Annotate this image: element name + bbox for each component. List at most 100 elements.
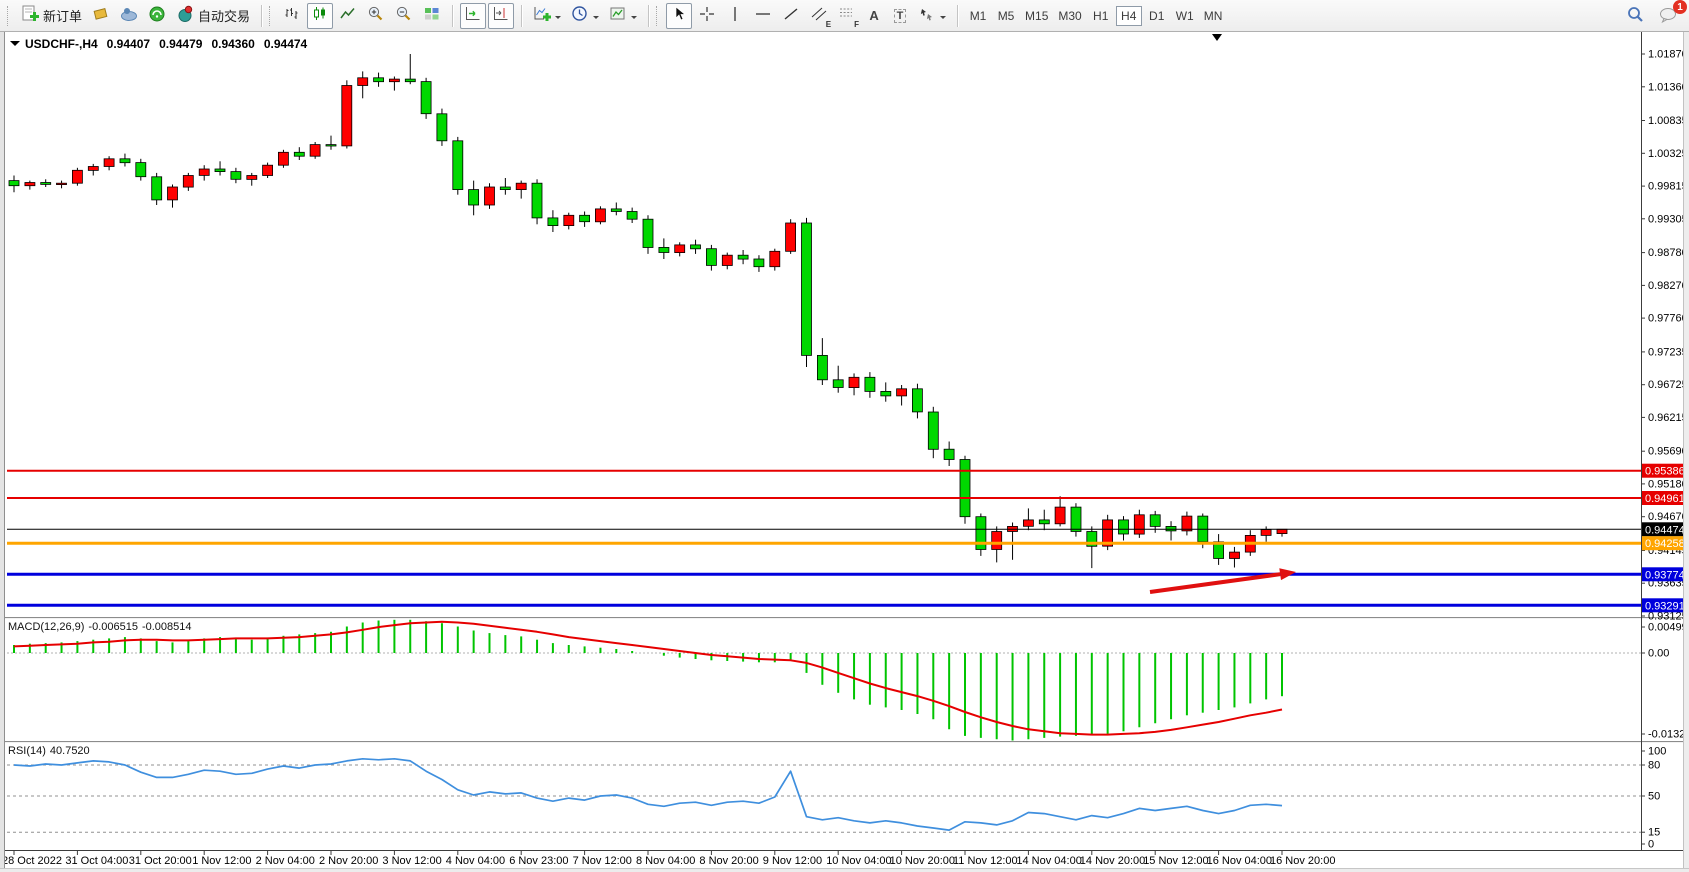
zoom-out-button[interactable] [391,3,417,29]
market-watch-button[interactable] [88,3,114,29]
autotrading-button[interactable]: 自动交易 [172,3,254,29]
signal-globe-icon [148,5,166,26]
toolbar-grip[interactable] [656,6,661,26]
text-tool-icon: A [869,8,878,23]
template-icon [609,5,627,26]
line-chart-button[interactable] [335,3,361,29]
signals-button[interactable] [144,3,170,29]
ohlc-high: 0.94479 [159,37,202,51]
indicators-button[interactable] [529,3,565,29]
text-label-icon: T [894,9,907,23]
chart-shift-icon [492,5,510,26]
new-order-label: 新订单 [43,6,82,25]
new-order-icon [21,5,39,26]
timeframe-d1[interactable]: D1 [1144,6,1170,26]
rsi-name: RSI(14) [8,745,46,757]
svg-text:0.94961: 0.94961 [1645,493,1685,505]
channel-letter: E [826,20,831,29]
toolbar-grip[interactable] [269,6,274,26]
trendline-tool-button[interactable] [778,3,804,29]
macd-tick-label: 0.00 [1648,648,1669,660]
timeframe-m30[interactable]: M30 [1054,6,1085,26]
price-tick-label: 0.97760 [1648,313,1688,325]
toolbar-separator [521,5,522,27]
add-indicator-icon [533,5,551,26]
window-edge-left [0,32,5,872]
price-tick-label: 1.01360 [1648,81,1688,93]
time-tick-label: 2 Nov 20:00 [319,855,378,867]
toolbar-group-main: 新订单 自动交易 [7,3,254,29]
channel-tool-button[interactable]: E [806,3,832,29]
window-scroll-strip[interactable] [1683,32,1689,872]
svg-text:0.94258: 0.94258 [1645,538,1685,550]
search-icon [1627,6,1645,27]
time-tick-label: 10 Nov 04:00 [826,855,891,867]
tile-windows-icon [423,5,441,26]
arrows-tool-button[interactable] [914,3,950,29]
time-tick-label: 15 Nov 12:00 [1143,855,1208,867]
ohlc-open: 0.94407 [107,37,150,51]
rsi-tick-label: 50 [1648,791,1660,803]
new-order-button[interactable]: 新订单 [17,3,86,29]
price-tick-label: 0.99815 [1648,181,1688,193]
time-tick-label: 14 Nov 20:00 [1080,855,1145,867]
pane-splitter-rsi[interactable] [0,740,1689,744]
crosshair-tool-button[interactable] [694,3,720,29]
svg-text:0.95386: 0.95386 [1645,466,1685,478]
time-tick-label: 11 Nov 12:00 [953,855,1018,867]
tile-windows-button[interactable] [419,3,445,29]
zoom-in-icon [367,5,385,26]
notifications-button[interactable]: 1 [1655,3,1683,29]
zoom-out-icon [395,5,413,26]
timeframe-m1[interactable]: M1 [965,6,991,26]
bar-chart-button[interactable] [279,3,305,29]
svg-text:0.94474: 0.94474 [1645,524,1685,536]
pane-splitter-macd[interactable] [0,616,1689,620]
cloud-user-icon [120,5,138,26]
cursor-tool-button[interactable] [666,3,692,29]
text-tool-button[interactable]: A [862,3,886,29]
chart-background [4,32,1689,872]
price-tick-label: 0.95690 [1648,446,1688,458]
price-tick-label: 0.98780 [1648,247,1688,259]
cursor-icon [670,5,688,26]
periods-button[interactable] [567,3,603,29]
fibonacci-letter: F [854,20,859,29]
timeframe-h1[interactable]: H1 [1088,6,1114,26]
toolbar: 新订单 自动交易 [0,0,1689,32]
time-tick-label: 16 Nov 20:00 [1270,855,1335,867]
toolbar-right: 1 [1623,0,1683,32]
vertical-line-icon [726,5,744,26]
notification-badge: 1 [1673,0,1687,14]
timeframe-mn[interactable]: MN [1200,6,1227,26]
vertical-line-tool-button[interactable] [722,3,748,29]
svg-text:0.93774: 0.93774 [1645,569,1685,581]
chart-shift-button[interactable] [488,3,514,29]
price-tick-label: 1.00835 [1648,115,1688,127]
candlestick-chart-icon [311,5,329,26]
timeframe-m5[interactable]: M5 [993,6,1019,26]
timeframe-m15[interactable]: M15 [1021,6,1052,26]
time-tick-label: 3 Nov 12:00 [382,855,441,867]
clock-icon [571,5,589,26]
trendline-icon [782,5,800,26]
auto-scroll-icon [464,5,482,26]
fibonacci-tool-button[interactable]: F [834,3,860,29]
toolbar-group-drawing: E F A T [656,3,950,29]
templates-button[interactable] [605,3,641,29]
zoom-in-button[interactable] [363,3,389,29]
text-label-tool-button[interactable]: T [888,3,912,29]
timeframe-h4[interactable]: H4 [1116,6,1142,26]
candlestick-chart-button[interactable] [307,3,333,29]
auto-scroll-button[interactable] [460,3,486,29]
toolbar-group-insert [529,3,641,29]
chart-menu-icon[interactable] [10,41,20,51]
profile-button[interactable] [116,3,142,29]
horizontal-line-tool-button[interactable] [750,3,776,29]
macd-indicator-label: MACD(12,26,9)-0.006515-0.008514 [8,621,196,633]
gold-book-icon [92,5,110,26]
timeframe-w1[interactable]: W1 [1172,6,1198,26]
time-tick-label: 8 Nov 20:00 [699,855,758,867]
search-button[interactable] [1623,3,1649,29]
toolbar-grip[interactable] [7,6,12,26]
